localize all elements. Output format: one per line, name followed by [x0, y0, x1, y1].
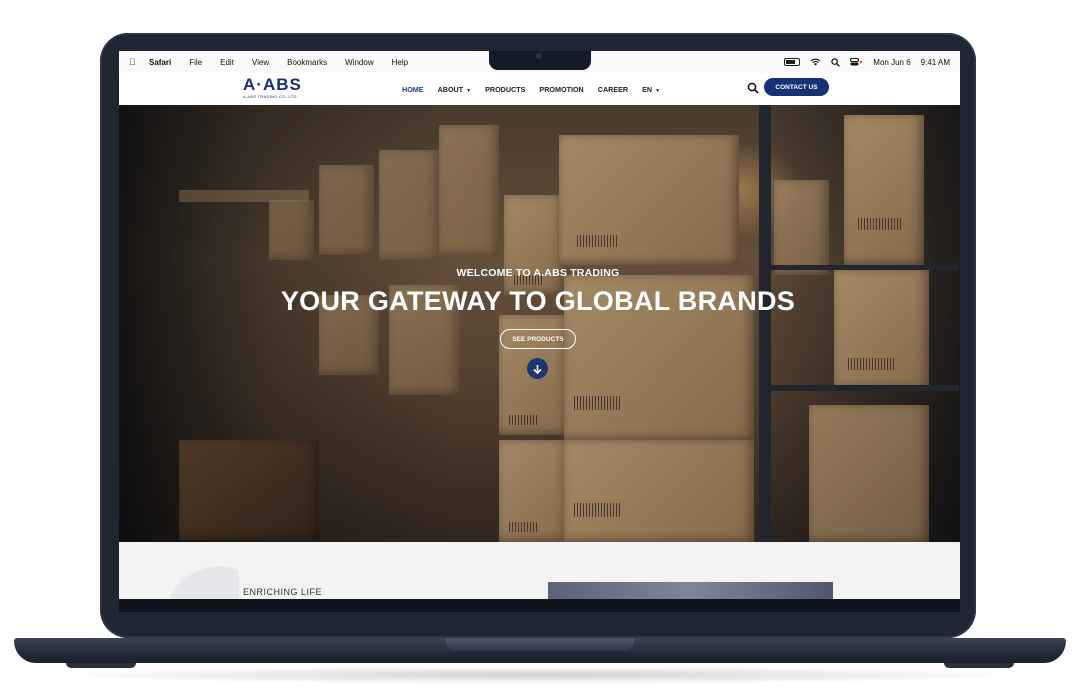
about-section-preview: ENRICHING LIFE [119, 542, 960, 599]
hero-title: YOUR GATEWAY TO GLOBAL BRANDS [280, 286, 796, 316]
contact-us-button[interactable]: CONTACT US [764, 78, 829, 96]
menu-window[interactable]: Window [345, 58, 373, 67]
site-logo[interactable]: A·ABS A.ABS TRADING CO.,LTD. [243, 76, 313, 99]
menu-bookmarks[interactable]: Bookmarks [287, 58, 327, 67]
apple-logo-icon[interactable]:  [129, 57, 137, 67]
hero-banner: WELCOME TO A.ABS TRADING YOUR GATEWAY TO… [119, 105, 960, 542]
laptop-foot-right [944, 663, 1014, 668]
chevron-down-icon: ▼ [466, 87, 472, 94]
laptop-shadow [40, 666, 1040, 684]
logo-wordmark: A·ABS [243, 75, 302, 94]
section-image [548, 582, 833, 599]
control-center-icon[interactable] [850, 58, 863, 66]
menu-app-name[interactable]: Safari [149, 58, 171, 67]
menubar-date[interactable]: Mon Jun 6 [873, 58, 910, 67]
screen-bezel-bottom [119, 599, 960, 612]
nav-career[interactable]: CAREER [598, 85, 628, 94]
nav-about[interactable]: ABOUT ▼ [438, 85, 472, 94]
menu-edit[interactable]: Edit [220, 58, 234, 67]
nav-home[interactable]: HOME [402, 85, 424, 94]
laptop-opening-notch [446, 638, 634, 651]
battery-icon[interactable] [784, 58, 801, 66]
wifi-icon[interactable] [810, 58, 821, 66]
site-header: A·ABS A.ABS TRADING CO.,LTD. HOME ABOUT ▼… [119, 73, 960, 105]
nav-about-label: ABOUT [437, 84, 464, 94]
hero-overlay [119, 105, 960, 542]
camera-icon [536, 53, 542, 59]
section-decoration [119, 542, 239, 599]
nav-products[interactable]: PRODUCTS [485, 85, 525, 94]
menubar-time[interactable]: 9:41 AM [921, 58, 950, 67]
main-nav: HOME ABOUT ▼ PRODUCTS PROMOTION CAREER EN… [402, 73, 660, 105]
section-heading-partial: ENRICHING LIFE [243, 587, 323, 597]
scroll-down-button[interactable] [527, 358, 548, 379]
chevron-down-icon: ▼ [655, 87, 661, 94]
menu-file[interactable]: File [189, 58, 202, 67]
nav-language[interactable]: EN ▼ [642, 85, 660, 94]
menu-view[interactable]: View [252, 58, 269, 67]
menu-help[interactable]: Help [392, 58, 408, 67]
laptop-foot-left [66, 663, 136, 668]
arrow-down-icon [533, 364, 542, 374]
see-products-button[interactable]: SEE PRODUCTS [500, 329, 576, 349]
spotlight-search-icon[interactable] [831, 57, 841, 67]
laptop-screen:  Safari File Edit View Bookmarks Window… [119, 51, 960, 599]
logo-subtitle: A.ABS TRADING CO.,LTD. [243, 94, 299, 99]
hero-welcome-text: WELCOME TO A.ABS TRADING [456, 267, 620, 279]
menubar-status-area: Mon Jun 6 9:41 AM [784, 51, 950, 73]
nav-language-label: EN [642, 84, 653, 94]
nav-promotion[interactable]: PROMOTION [539, 85, 583, 94]
search-icon[interactable] [747, 82, 759, 94]
